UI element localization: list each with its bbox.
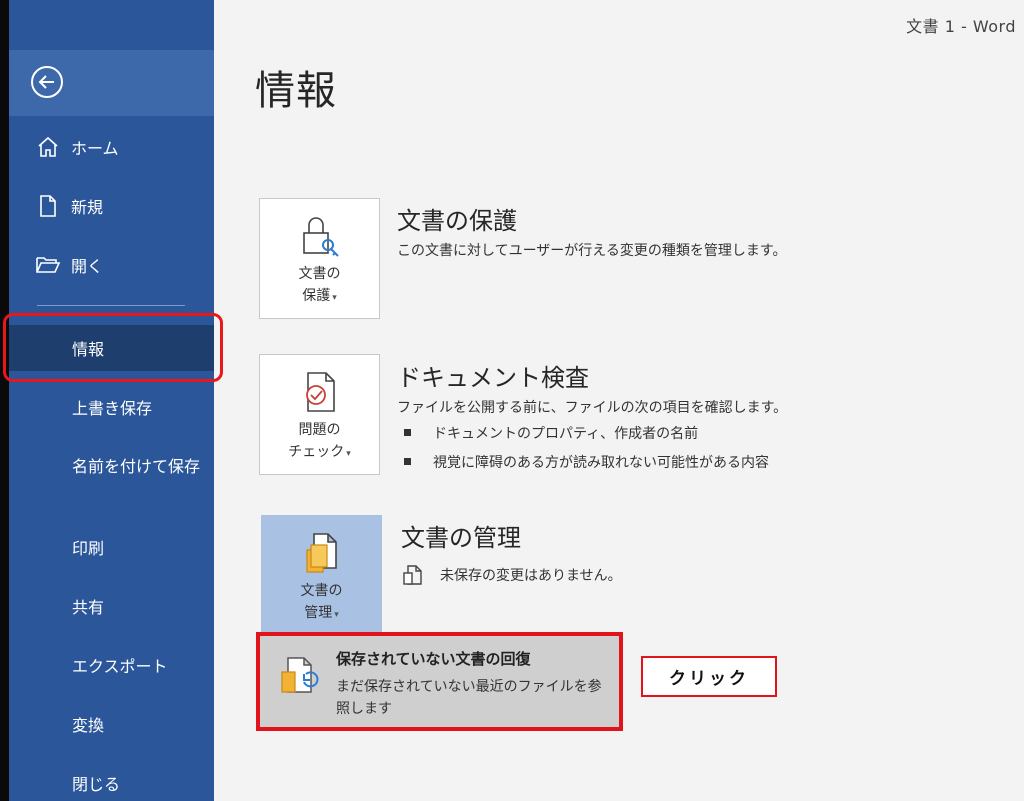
tile-label-line1: 問題の — [298, 422, 341, 438]
nav-print-label: 印刷 — [72, 539, 105, 558]
manage-document-status-text: 未保存の変更はありません。 — [440, 568, 622, 584]
manage-document-label: 文書の 管理 ▾ — [301, 580, 343, 626]
inspect-document-title: ドキュメント検査 — [397, 364, 589, 392]
nav-share-label: 共有 — [72, 598, 105, 617]
tile-label-line2: 管理 — [304, 605, 333, 621]
manage-document-button[interactable]: 文書の 管理 ▾ — [261, 515, 382, 636]
chevron-down-icon: ▾ — [334, 610, 339, 620]
inspect-bullet-2-text: 視覚に障碍のある方が読み取れない可能性がある内容 — [433, 455, 769, 471]
nav-print[interactable]: 印刷 — [9, 524, 214, 570]
nav-transform-label: 変換 — [72, 716, 105, 735]
tile-label-line2: チェック — [288, 444, 345, 460]
bullet-dot — [404, 429, 411, 436]
screen-edge — [0, 0, 9, 801]
nav-open-label: 開く — [71, 257, 104, 276]
backstage-sidebar: ホーム 新規 開く 情報 上書き保存 名前を付けて保存 印刷 共有 エクスポート… — [9, 0, 214, 801]
nav-close-label: 閉じる — [72, 775, 121, 794]
tile-label-line1: 文書の — [300, 583, 343, 599]
nav-home[interactable]: ホーム — [9, 124, 214, 170]
nav-open[interactable]: 開く — [9, 242, 214, 288]
chevron-down-icon: ▾ — [332, 293, 337, 303]
check-issues-label: 問題の チェック ▾ — [288, 419, 351, 465]
inspect-document-description: ファイルを公開する前に、ファイルの次の項目を確認します。 — [397, 400, 788, 416]
nav-export[interactable]: エクスポート — [9, 642, 214, 688]
nav-home-label: ホーム — [71, 139, 119, 158]
tile-label-line1: 文書の — [298, 266, 341, 282]
document-check-icon — [298, 369, 342, 415]
protect-document-description: この文書に対してユーザーが行える変更の種類を管理します。 — [397, 243, 787, 259]
manage-document-status: 未保存の変更はありません。 — [402, 564, 622, 586]
protect-document-label: 文書の 保護 ▾ — [299, 263, 341, 309]
arrow-left-icon — [38, 75, 54, 89]
lock-key-icon — [298, 213, 342, 259]
back-button[interactable] — [31, 66, 63, 98]
nav-transform[interactable]: 変換 — [9, 701, 214, 747]
protect-document-button[interactable]: 文書の 保護 ▾ — [259, 198, 380, 319]
home-icon — [35, 134, 61, 160]
folder-open-icon — [35, 252, 61, 278]
nav-save[interactable]: 上書き保存 — [9, 384, 214, 430]
manage-document-icon — [300, 530, 344, 576]
nav-save-as[interactable]: 名前を付けて保存 — [9, 455, 214, 513]
manage-document-title: 文書の管理 — [401, 524, 521, 552]
inspect-bullet-2: 視覚に障碍のある方が読み取れない可能性がある内容 — [404, 452, 769, 472]
inspect-bullet-1: ドキュメントのプロパティ、作成者の名前 — [404, 423, 698, 443]
page-title: 情報 — [255, 68, 337, 114]
click-callout: クリック — [641, 656, 777, 697]
bullet-dot — [404, 458, 411, 465]
document-status-icon — [403, 565, 422, 585]
nav-new-label: 新規 — [71, 198, 104, 217]
inspect-bullet-1-text: ドキュメントのプロパティ、作成者の名前 — [433, 426, 699, 442]
tile-label-line2: 保護 — [302, 288, 331, 304]
nav-save-as-label: 名前を付けて保存 — [72, 457, 201, 476]
nav-close[interactable]: 閉じる — [9, 760, 214, 801]
highlight-frame-info — [3, 313, 223, 382]
nav-save-label: 上書き保存 — [72, 399, 153, 418]
nav-separator — [37, 305, 185, 306]
window-title: 文書 1 - Word — [906, 17, 1016, 36]
protect-document-title: 文書の保護 — [397, 207, 517, 235]
nav-new[interactable]: 新規 — [9, 183, 214, 229]
new-document-icon — [35, 193, 61, 219]
nav-share[interactable]: 共有 — [9, 583, 214, 629]
check-issues-button[interactable]: 問題の チェック ▾ — [259, 354, 380, 475]
highlight-frame-recover — [256, 632, 623, 731]
nav-export-label: エクスポート — [72, 657, 168, 676]
chevron-down-icon: ▾ — [346, 449, 351, 459]
